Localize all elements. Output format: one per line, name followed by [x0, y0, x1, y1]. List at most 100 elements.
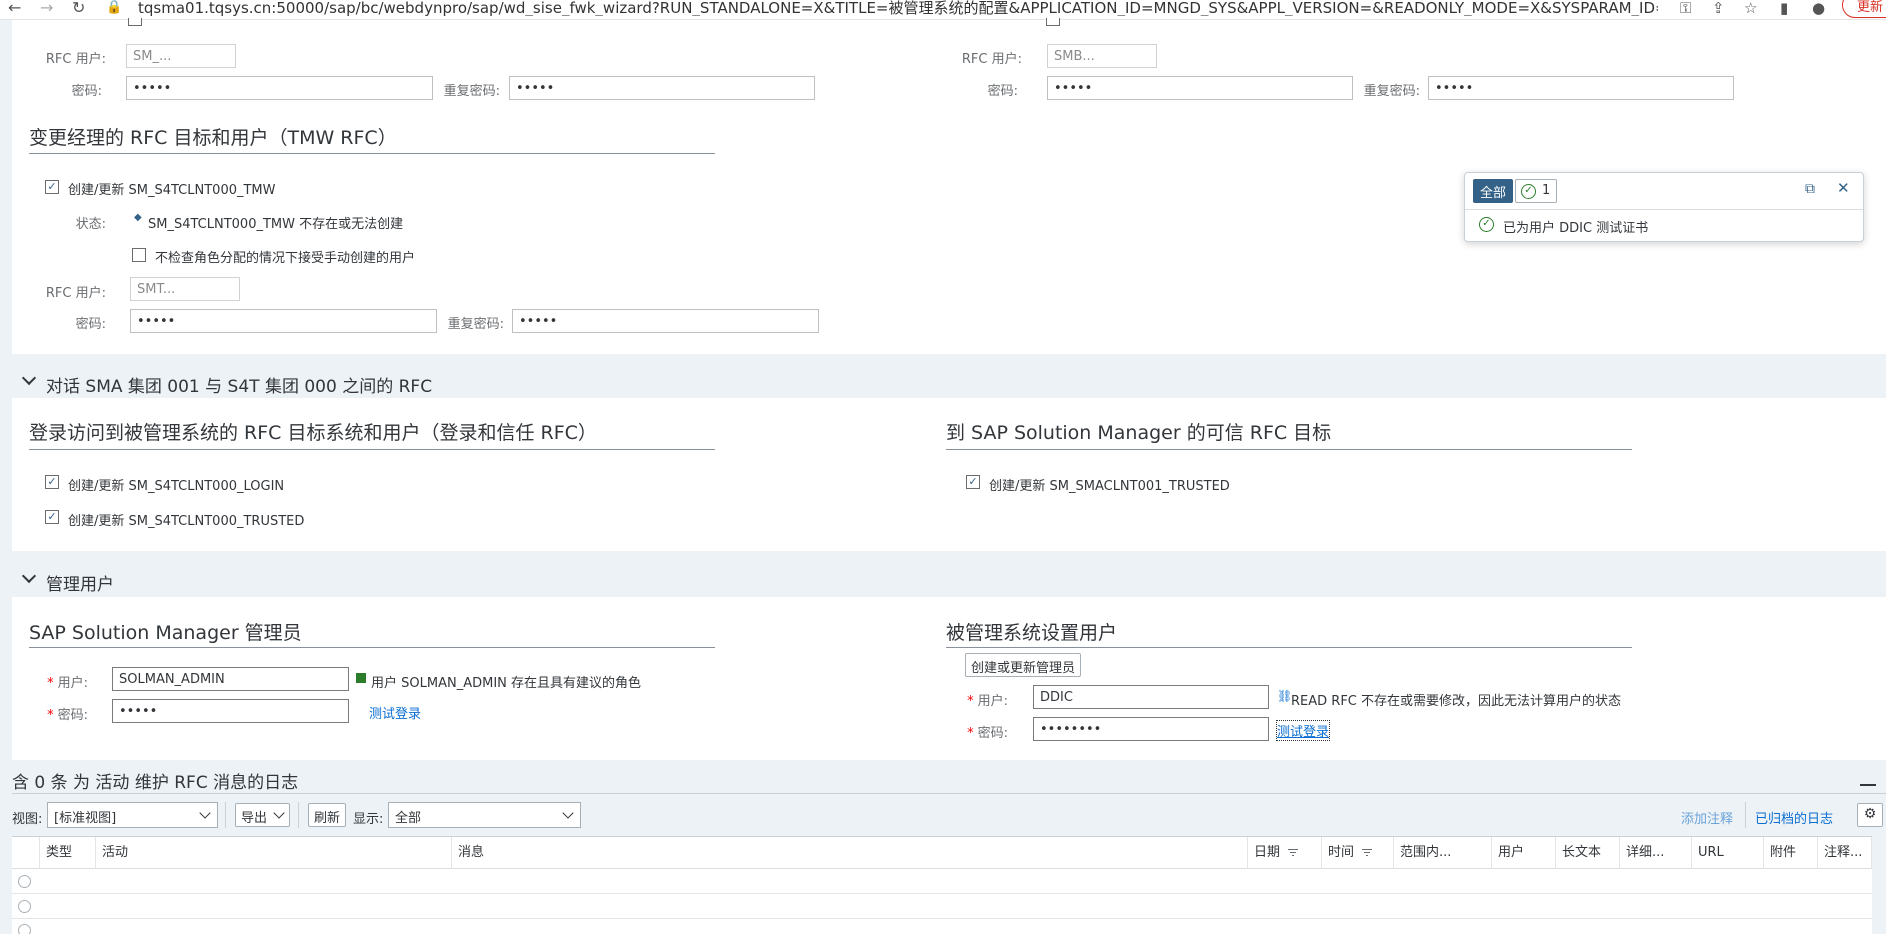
forward-icon[interactable]: → — [40, 0, 53, 16]
admin-password-field[interactable]: ••••• — [112, 699, 349, 723]
view-select[interactable]: [标准视图] — [47, 802, 218, 828]
tmw-section-title: 变更经理的 RFC 目标和用户（TMW RFC） — [29, 127, 397, 149]
tmw-rfc-user-field[interactable]: SMT... — [130, 277, 240, 301]
ms-password-label: * 密码: — [967, 726, 1008, 741]
tmw-repeat-password-field[interactable]: ••••• — [512, 309, 819, 333]
minimize-icon[interactable] — [1860, 784, 1876, 786]
sidebar-icon[interactable]: ▮ — [1780, 0, 1788, 16]
add-note-link[interactable]: 添加注释 — [1681, 808, 1733, 827]
export-button[interactable]: 导出 — [235, 803, 290, 827]
col-scope[interactable]: 范围内... — [1394, 837, 1492, 869]
success-count: 1 — [1542, 183, 1551, 198]
display-select[interactable]: 全部 — [388, 802, 581, 828]
rfc-user-label-right: RFC 用户: — [961, 52, 1022, 67]
section-divider — [29, 153, 715, 154]
view-label: 视图: — [12, 812, 43, 827]
popout-icon[interactable]: ⧉ — [1805, 181, 1815, 197]
toolbar-separator — [1745, 802, 1746, 828]
admin-user-label: * 用户: — [47, 676, 88, 691]
ms-user-status: READ RFC 不存在或需要修改，因此无法计算用户的状态 — [1291, 694, 1622, 709]
display-select-value: 全部 — [395, 811, 422, 826]
sma-trusted-checkbox[interactable]: ✓ — [966, 475, 980, 489]
rfc-user-label: RFC 用户: — [45, 52, 106, 67]
admin-group-title: 管理用户 — [46, 575, 114, 595]
repeat-password-field-right[interactable]: ••••• — [1428, 76, 1734, 100]
link-icon: ⛓ — [1277, 689, 1293, 703]
dialog-rfc-group-title: 对话 SMA 集团 001 与 S4T 集团 000 之间的 RFC — [46, 377, 433, 397]
archived-log-link[interactable]: 已归档的日志 — [1755, 808, 1833, 827]
password-field[interactable]: ••••• — [126, 76, 433, 100]
row-selector[interactable] — [18, 900, 31, 913]
display-label: 显示: — [353, 812, 384, 827]
section-divider — [29, 449, 715, 450]
table-header: 类型 活动 消息 日期 时间 范围内... 用户 长文本 详细... URL 附… — [12, 837, 1872, 869]
rfc-user-field-right[interactable]: SMB... — [1047, 44, 1157, 68]
status-diamond-icon: ◆ — [134, 212, 142, 223]
section-divider — [946, 647, 1632, 648]
tmw-rfc-user-label: RFC 用户: — [45, 286, 106, 301]
col-user[interactable]: 用户 — [1492, 837, 1556, 869]
ms-user-label: * 用户: — [967, 694, 1008, 709]
solman-admin-title: SAP Solution Manager 管理员 — [29, 622, 302, 644]
cutoff-checkbox-right[interactable] — [1046, 18, 1060, 26]
view-select-value: [标准视图] — [54, 811, 117, 826]
col-activity[interactable]: 活动 — [96, 837, 452, 869]
section-divider — [29, 647, 715, 648]
col-long-text[interactable]: 长文本 — [1556, 837, 1620, 869]
col-notes[interactable]: 注释... — [1818, 837, 1872, 869]
table-row — [12, 894, 1872, 919]
trusted-rfc-section-title: 到 SAP Solution Manager 的可信 RFC 目标 — [946, 422, 1332, 444]
row-selector[interactable] — [18, 924, 31, 934]
star-icon[interactable]: ☆ — [1744, 0, 1757, 16]
update-button[interactable]: 更新 — [1842, 0, 1886, 18]
repeat-password-field[interactable]: ••••• — [509, 76, 815, 100]
login-label: 创建/更新 SM_S4TCLNT000_LOGIN — [68, 479, 285, 494]
row-selector[interactable] — [18, 875, 31, 888]
col-time[interactable]: 时间 — [1322, 837, 1394, 869]
skip-role-check-label: 不检查角色分配的情况下接受手动创建的用户 — [155, 251, 416, 266]
rfc-user-field[interactable]: SM_... — [126, 44, 236, 68]
close-icon[interactable]: ✕ — [1837, 179, 1850, 197]
col-details[interactable]: 详细... — [1620, 837, 1692, 869]
tmw-password-field[interactable]: ••••• — [130, 309, 437, 333]
filter-icon — [1288, 848, 1299, 857]
admin-group-header[interactable] — [12, 551, 1886, 597]
back-icon[interactable]: ← — [8, 0, 21, 16]
test-login-link[interactable]: 测试登录 — [369, 703, 421, 722]
key-icon[interactable]: ⚿ — [1680, 0, 1691, 16]
browser-toolbar: ← → ↻ 🔒 tqsma01.tqsys.cn:50000/sap/bc/we… — [0, 0, 1886, 20]
col-attachment[interactable]: 附件 — [1764, 837, 1818, 869]
tmw-create-checkbox[interactable]: ✓ — [45, 180, 59, 194]
col-date[interactable]: 日期 — [1248, 837, 1322, 869]
admin-user-field[interactable]: SOLMAN_ADMIN — [112, 667, 349, 691]
cutoff-checkbox[interactable] — [128, 18, 142, 26]
check-circle-icon: ✓ — [1479, 217, 1494, 232]
col-type[interactable]: 类型 — [40, 837, 96, 869]
filter-success-button[interactable]: ✓ 1 — [1515, 179, 1558, 203]
lock-icon[interactable]: 🔒 — [106, 0, 122, 16]
sma-trusted-label: 创建/更新 SM_SMACLNT001_TRUSTED — [989, 479, 1230, 494]
select-col — [12, 837, 40, 869]
refresh-button[interactable]: 刷新 — [308, 803, 347, 827]
ms-user-field[interactable]: DDIC — [1033, 685, 1269, 709]
password-field-right[interactable]: ••••• — [1047, 76, 1353, 100]
toolbar-separator — [225, 802, 226, 828]
ms-password-field[interactable]: •••••••• — [1033, 717, 1269, 741]
chevron-down-icon — [199, 807, 211, 819]
col-url[interactable]: URL — [1692, 837, 1764, 869]
reload-icon[interactable]: ↻ — [72, 0, 85, 16]
col-message[interactable]: 消息 — [452, 837, 1248, 869]
address-bar[interactable]: tqsma01.tqsys.cn:50000/sap/bc/webdynpro/… — [138, 0, 1658, 16]
col-date-label: 日期 — [1254, 845, 1281, 860]
profile-icon[interactable]: ● — [1812, 0, 1825, 16]
settings-gear-icon[interactable]: ⚙ — [1857, 803, 1883, 827]
login-checkbox[interactable]: ✓ — [45, 475, 59, 489]
share-icon[interactable]: ⇪ — [1712, 0, 1725, 16]
create-admin-button[interactable]: 创建或更新管理员 — [965, 653, 1082, 677]
trusted-checkbox[interactable]: ✓ — [45, 510, 59, 524]
skip-role-check-checkbox[interactable] — [132, 248, 146, 262]
chevron-down-icon — [562, 807, 574, 819]
popover-divider — [1465, 209, 1863, 210]
filter-all-button[interactable]: 全部 — [1473, 179, 1514, 203]
ms-test-login-link[interactable]: 测试登录 — [1275, 720, 1331, 741]
